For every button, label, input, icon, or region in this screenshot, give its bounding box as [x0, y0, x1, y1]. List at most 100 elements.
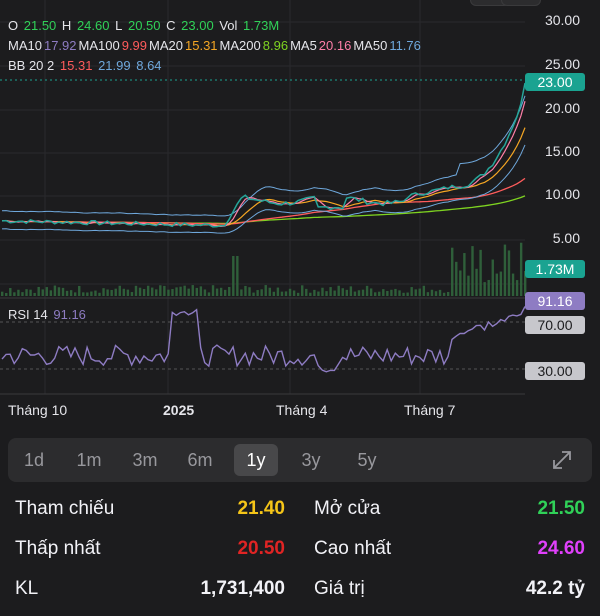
volume-bar	[5, 292, 8, 296]
volume-bar	[13, 292, 16, 296]
bb-lower-value: 15.31	[59, 58, 93, 73]
volume-bar	[378, 291, 381, 296]
ma-label: MA10	[8, 38, 42, 53]
volume-bar	[126, 289, 130, 296]
volume-bar	[90, 291, 93, 296]
volume-bar	[341, 288, 344, 296]
price-axis-label: 15.00	[544, 143, 580, 159]
rsi-label: RSI 14	[8, 307, 48, 322]
bb-legend: BB 20 2 15.31 21.99 8.64	[8, 58, 164, 73]
volume-bar	[296, 292, 300, 296]
timeframe-5y[interactable]: 5y	[345, 444, 389, 476]
volume-bar	[333, 290, 336, 296]
volume-bar	[199, 286, 203, 296]
timeframe-1m[interactable]: 1m	[67, 444, 111, 476]
timeframe-1d[interactable]: 1d	[12, 444, 56, 476]
volume-bar	[394, 288, 397, 296]
volume-bar	[495, 273, 499, 296]
open-price-label: Mở cửa	[314, 498, 381, 519]
volume-bar	[515, 280, 519, 296]
volume-bar	[86, 292, 89, 296]
volume-bar	[446, 291, 450, 296]
volume-bar	[459, 270, 462, 296]
timeframe-6m[interactable]: 6m	[178, 444, 222, 476]
volume-bar	[118, 285, 121, 296]
volume-bar	[155, 289, 158, 296]
volume-bar	[369, 288, 373, 296]
volume-bar	[215, 288, 219, 296]
volume-bar	[110, 289, 113, 296]
volume-bar	[402, 292, 405, 296]
volume-bar	[503, 244, 507, 296]
ma-value: 11.76	[389, 38, 421, 53]
volume-bar	[114, 288, 117, 296]
volume-bar	[17, 289, 20, 296]
ma-label: MA5	[290, 38, 317, 53]
volume-bar	[232, 256, 235, 296]
volume-bars	[1, 242, 527, 296]
volume-bar	[69, 290, 73, 296]
timeframe-3y[interactable]: 3y	[289, 444, 333, 476]
price-line	[1, 82, 526, 228]
volume-bar	[236, 256, 239, 296]
bb-label: BB 20 2	[8, 58, 55, 73]
volume-bar	[325, 291, 328, 296]
volume-bar	[244, 285, 247, 296]
volume-bar	[519, 242, 523, 296]
volume-bar	[191, 285, 194, 296]
volume-bar	[98, 292, 101, 296]
volume-bar	[78, 285, 81, 296]
volume-bar	[321, 287, 324, 296]
volume-bar	[365, 285, 369, 296]
volume-bar	[467, 275, 470, 296]
volume-bar	[268, 287, 271, 296]
low-label: L	[115, 18, 123, 33]
bollinger-upper-line	[1, 95, 526, 217]
volume-bar	[106, 289, 109, 296]
volume-bar	[329, 287, 332, 296]
volume-bar	[45, 287, 48, 296]
volume-bar	[386, 290, 389, 296]
volume-bar	[134, 285, 138, 296]
high-label: H	[61, 18, 72, 33]
expand-arrows-icon-svg	[553, 451, 571, 469]
low-price-value: 20.50	[237, 538, 285, 559]
reference-label: Tham chiếu	[15, 498, 115, 519]
volume-bar	[451, 247, 454, 296]
volume-bar	[463, 253, 466, 296]
volume-bar	[94, 290, 97, 296]
timeframe-3m[interactable]: 3m	[123, 444, 167, 476]
price-chart[interactable]: O 21.50 H 24.60 L 20.50 C 23.00 Vol 1.73…	[0, 0, 600, 430]
volume-bar	[9, 288, 12, 296]
volume-bar	[159, 285, 162, 296]
volume-bar	[130, 292, 134, 296]
chart-settings-button[interactable]	[501, 0, 541, 6]
volume-bar	[442, 292, 446, 296]
volume-bar	[357, 290, 361, 296]
volume-bar	[256, 290, 259, 296]
timeframe-1y[interactable]: 1y	[234, 444, 278, 476]
volume-bar	[313, 289, 316, 296]
ma-label: MA200	[219, 38, 261, 53]
volume-bar	[175, 287, 178, 296]
volume-bar	[353, 291, 357, 296]
volume-bar	[73, 292, 77, 296]
volume-bar	[430, 289, 434, 296]
volume-bar	[61, 287, 65, 296]
volume-bar	[301, 285, 304, 296]
volume-bar	[41, 289, 44, 296]
volume-bar	[264, 285, 267, 296]
price-axis-label: 5.00	[552, 230, 580, 246]
expand-arrows-icon[interactable]	[550, 448, 574, 472]
volume-bar	[309, 292, 312, 296]
volume-bar	[122, 288, 126, 296]
volume-bar	[382, 289, 385, 296]
volume-bar	[479, 249, 482, 296]
volume-bar	[57, 287, 61, 296]
bb-mid-value: 21.99	[98, 58, 131, 73]
close-label: C	[166, 18, 176, 33]
volume-bar	[167, 289, 170, 296]
volume-bar	[142, 289, 146, 296]
x-axis-label: Tháng 4	[276, 402, 328, 418]
volume-bar	[349, 286, 353, 296]
